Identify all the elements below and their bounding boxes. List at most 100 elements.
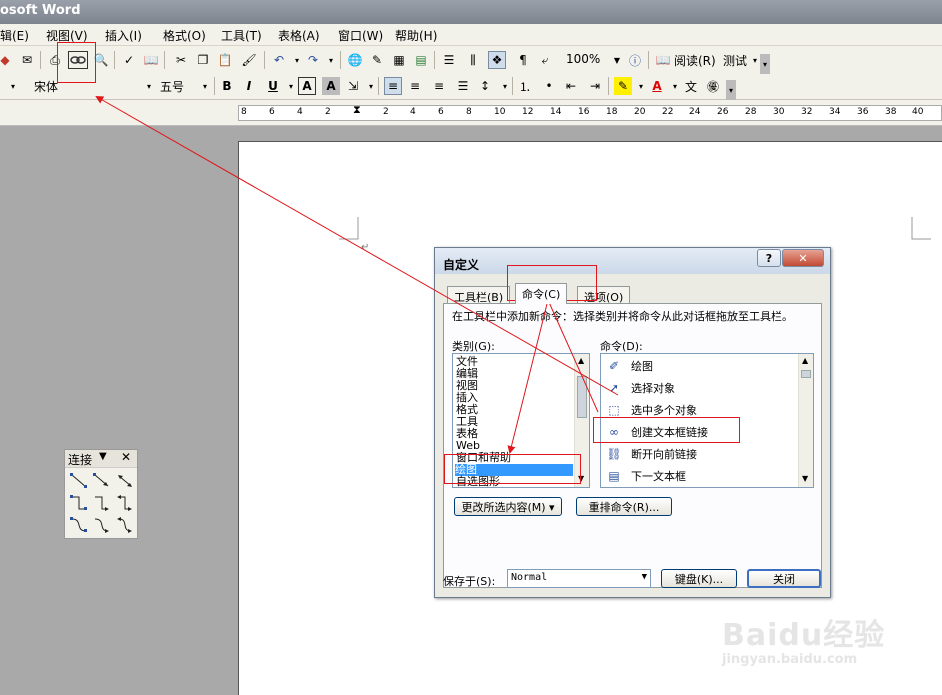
dialog-close-button[interactable]: ✕ (782, 249, 824, 267)
paste-icon[interactable]: 📋 (216, 51, 234, 69)
scroll-thumb[interactable] (577, 376, 587, 418)
redo-dropdown-icon[interactable]: ▾ (322, 51, 340, 69)
ruler-tick-label: 34 (829, 107, 841, 117)
columns-icon[interactable]: ☰ (440, 51, 458, 69)
command-item[interactable]: ▤ 下一文本框 (605, 466, 686, 486)
save-in-select[interactable]: Normal ▼ (507, 569, 651, 588)
research-icon[interactable]: 📖 (142, 51, 160, 69)
tab-commands[interactable]: 命令(C) (515, 283, 568, 304)
scroll-down-icon[interactable]: ▼ (802, 474, 808, 483)
menu-edit[interactable]: 辑(E) (0, 27, 29, 44)
char-scale-icon[interactable]: ⇲ (344, 77, 362, 95)
modify-selection-button[interactable]: 更改所选内容(M) ▾ (454, 497, 562, 516)
document-map-icon[interactable]: ❖ (488, 51, 506, 69)
help-icon[interactable]: ⓘ (626, 51, 644, 69)
distributed-icon[interactable]: ☰ (454, 77, 472, 95)
menu-table[interactable]: 表格(A) (278, 27, 320, 44)
command-item[interactable]: ➚ 选择对象 (605, 378, 675, 398)
arrow-connector-icon[interactable] (92, 472, 112, 490)
elbow-double-arrow-connector-icon[interactable] (115, 494, 135, 512)
straight-connector-icon[interactable] (69, 472, 89, 490)
menu-insert[interactable]: 插入(I) (105, 27, 142, 44)
rearrange-commands-button[interactable]: 重排命令(R)... (576, 497, 672, 516)
spelling-icon[interactable]: ✓ (120, 51, 138, 69)
bold-button[interactable]: B (218, 77, 236, 95)
font-name-field[interactable]: 宋体 (34, 78, 58, 95)
chevron-down-icon[interactable]: ▼ (642, 572, 647, 582)
close-button[interactable]: 关闭 (747, 569, 821, 588)
toolbar-options-icon[interactable]: ▾ (726, 80, 736, 100)
test-button[interactable]: 测试 (723, 52, 747, 69)
palette-header[interactable]: 连接 ▼ ✕ (65, 450, 137, 468)
numbering-icon[interactable]: ⒈ (516, 77, 534, 95)
decrease-indent-icon[interactable]: ⇤ (562, 77, 580, 95)
align-center-icon[interactable]: ≡ (406, 77, 424, 95)
increase-indent-icon[interactable]: ⇥ (586, 77, 604, 95)
char-shading-button[interactable]: A (322, 77, 340, 95)
permission-icon[interactable]: ◆ (0, 51, 14, 69)
palette-menu-icon[interactable]: ▼ (99, 451, 107, 462)
align-justify-icon[interactable]: ≡ (384, 77, 402, 95)
font-dropdown-icon[interactable]: ▾ (140, 77, 158, 95)
char-border-button[interactable]: A (298, 77, 316, 95)
show-hide-icon[interactable]: ¶ (514, 51, 532, 69)
curved-connector-icon[interactable] (69, 516, 89, 534)
align-right-icon[interactable]: ≡ (430, 77, 448, 95)
highlight-icon[interactable]: ✎ (614, 77, 632, 95)
menu-format[interactable]: 格式(O) (163, 27, 206, 44)
ruler-tick-label: 20 (634, 107, 646, 117)
underline-button[interactable]: U (264, 77, 282, 95)
format-painter-icon[interactable]: 🖌 (240, 51, 258, 69)
tab-toolbars[interactable]: 工具栏(B) (447, 286, 511, 304)
undo-icon[interactable]: ↶ (270, 51, 288, 69)
zoom-dropdown-icon[interactable]: ▼ (608, 51, 626, 69)
elbow-arrow-connector-icon[interactable] (92, 494, 112, 512)
insert-table-icon[interactable]: ▦ (390, 51, 408, 69)
copy-icon[interactable]: ❐ (194, 51, 212, 69)
italic-button[interactable]: I (240, 77, 258, 95)
menu-tools[interactable]: 工具(T) (221, 27, 262, 44)
insert-excel-icon[interactable]: ▤ (412, 51, 430, 69)
curved-double-arrow-connector-icon[interactable] (115, 516, 135, 534)
connector-palette[interactable]: 连接 ▼ ✕ (64, 449, 138, 539)
double-arrow-connector-icon[interactable] (115, 472, 135, 490)
command-item[interactable]: ✐ 绘图 (605, 356, 653, 376)
next-textbox-icon: ▤ (608, 469, 620, 483)
keyboard-button[interactable]: 键盘(K)... (661, 569, 737, 588)
style-dropdown-icon[interactable]: ▾ (4, 77, 22, 95)
read-icon[interactable]: 📖 (654, 51, 672, 69)
commands-scrollbar[interactable]: ▲ ▼ (798, 354, 813, 487)
ruler-tick-label: 6 (438, 107, 444, 117)
read-button[interactable]: 阅读(R) (674, 52, 716, 69)
redo-icon[interactable]: ↷ (304, 51, 322, 69)
indent-marker-icon[interactable]: ⧗ (353, 103, 361, 117)
command-item[interactable]: ⛓ 断开向前链接 (605, 444, 697, 464)
tables-borders-icon[interactable]: ✎ (368, 51, 386, 69)
cut-icon[interactable]: ✂ (172, 51, 190, 69)
toolbar-options-icon[interactable]: ▾ (760, 54, 770, 74)
menu-window[interactable]: 窗口(W) (338, 27, 383, 44)
dialog-help-button[interactable]: ? (757, 249, 781, 267)
elbow-connector-icon[interactable] (69, 494, 89, 512)
font-color-icon[interactable]: A (648, 77, 666, 95)
font-size-field[interactable]: 五号 (160, 78, 184, 95)
line-spacing-icon[interactable]: ↕ (476, 77, 494, 95)
margin-corner-mark (911, 217, 931, 240)
bullets-icon[interactable]: • (540, 77, 558, 95)
palette-close-icon[interactable]: ✕ (121, 450, 131, 464)
dialog-title-bar[interactable]: 自定义 ? ✕ (435, 248, 830, 274)
menu-bar: 辑(E) 视图(V) 插入(I) 格式(O) 工具(T) 表格(A) 窗口(W)… (0, 24, 942, 46)
font-size-dropdown-icon[interactable]: ▾ (196, 77, 214, 95)
phonetic-guide-icon[interactable]: 文 (682, 77, 700, 95)
zoom-value[interactable]: 100% (566, 52, 600, 66)
curved-arrow-connector-icon[interactable] (92, 516, 112, 534)
hyperlink-icon[interactable]: 🌐 (346, 51, 364, 69)
menu-help[interactable]: 帮助(H) (395, 27, 437, 44)
scroll-up-icon[interactable]: ▲ (578, 356, 584, 365)
paragraph-marks-icon[interactable]: ⤶ (536, 51, 554, 69)
mail-icon[interactable]: ✉ (18, 51, 36, 69)
drawing-icon[interactable]: ⫼ (464, 51, 482, 69)
scroll-up-icon[interactable]: ▲ (802, 356, 808, 365)
enclose-char-icon[interactable]: ㊝ (704, 77, 722, 95)
scroll-thumb[interactable] (801, 370, 811, 378)
